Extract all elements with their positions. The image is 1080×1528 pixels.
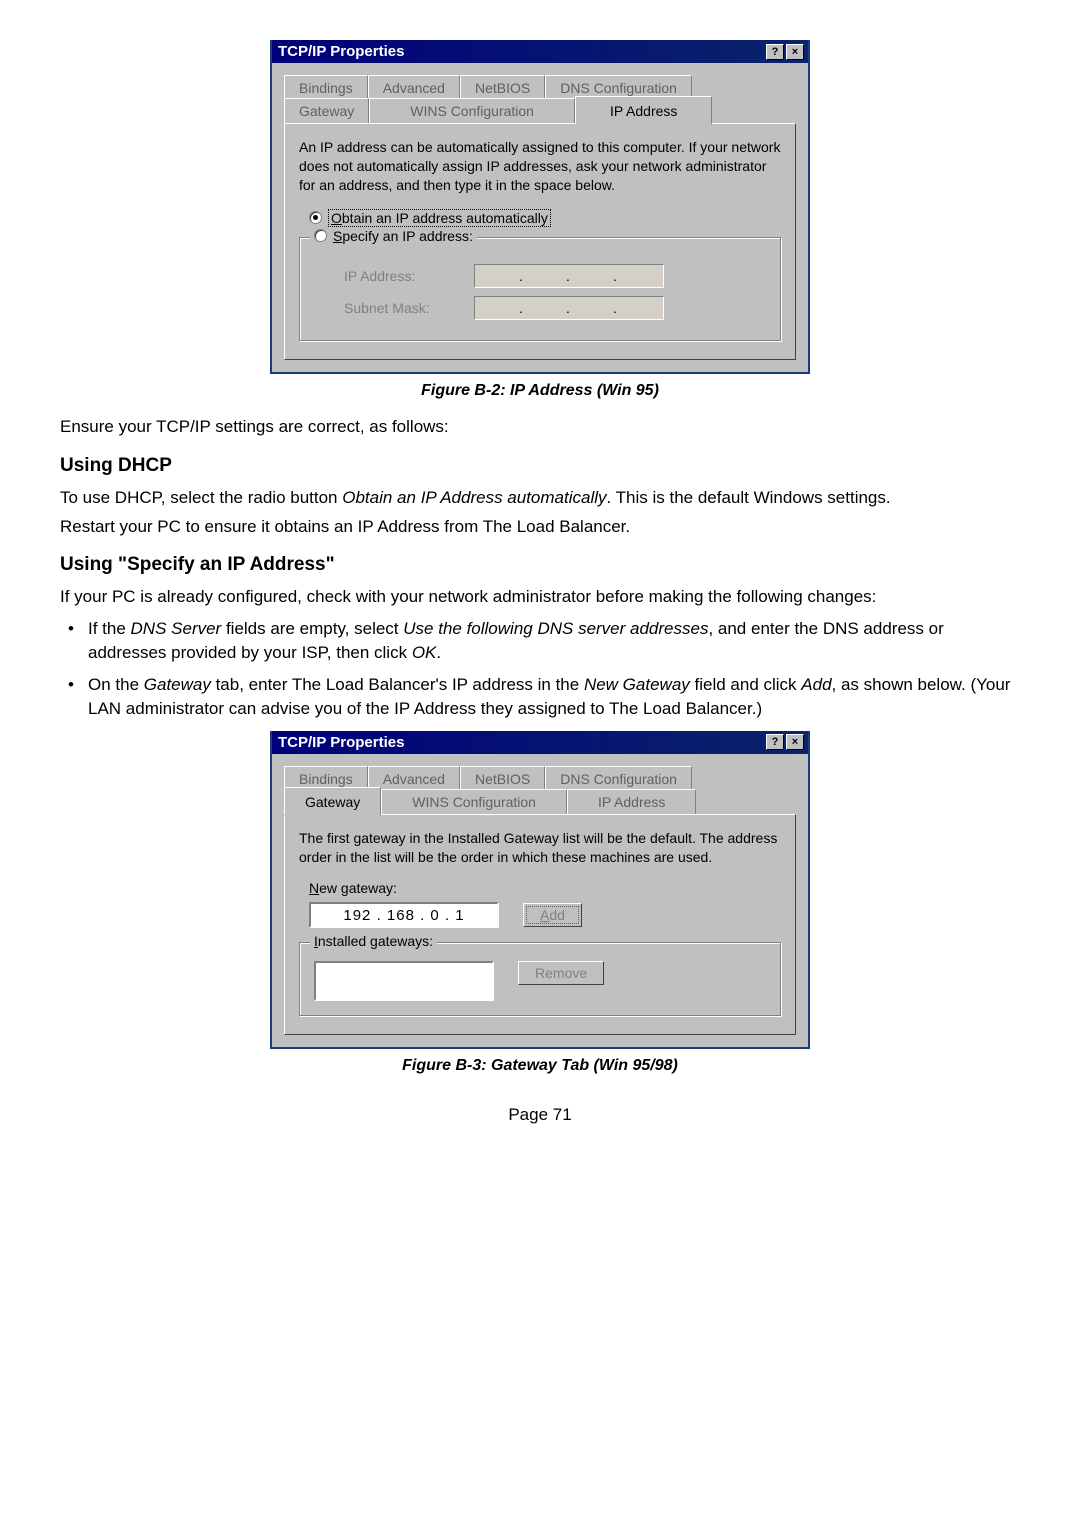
radio-obtain-row[interactable]: Obtain an IP address automatically bbox=[309, 209, 771, 227]
heading-specify: Using "Specify an IP Address" bbox=[60, 554, 1020, 576]
ip-address-row: IP Address: bbox=[344, 264, 736, 288]
bullet-gateway: On the Gateway tab, enter The Load Balan… bbox=[88, 673, 1020, 721]
bullet-list: If the DNS Server fields are empty, sele… bbox=[60, 617, 1020, 720]
heading-dhcp: Using DHCP bbox=[60, 455, 1020, 477]
tcpip-dialog-1: TCP/IP Properties ? × Bindings Advanced … bbox=[270, 40, 810, 374]
titlebar-buttons-1: ? × bbox=[766, 44, 804, 60]
bullet-dns: If the DNS Server fields are empty, sele… bbox=[88, 617, 1020, 665]
para-restart: Restart your PC to ensure it obtains an … bbox=[60, 516, 1020, 539]
dialog-body-1: Bindings Advanced NetBIOS DNS Configurat… bbox=[272, 63, 808, 372]
subnet-label: Subnet Mask: bbox=[344, 300, 454, 316]
tab-row-1-top: Bindings Advanced NetBIOS DNS Configurat… bbox=[284, 73, 796, 98]
help-icon[interactable]: ? bbox=[766, 44, 784, 60]
figure-caption-2: Figure B-3: Gateway Tab (Win 95/98) bbox=[60, 1057, 1020, 1075]
figure-caption-1: Figure B-2: IP Address (Win 95) bbox=[60, 382, 1020, 400]
add-button[interactable]: Add bbox=[523, 903, 582, 927]
page-number: Page 71 bbox=[60, 1105, 1020, 1125]
gw-desc: The first gateway in the Installed Gatew… bbox=[299, 829, 781, 867]
para-ensure: Ensure your TCP/IP settings are correct,… bbox=[60, 416, 1020, 439]
ip-address-input[interactable] bbox=[474, 264, 664, 288]
titlebar-text-2: TCP/IP Properties bbox=[278, 734, 404, 751]
remove-button[interactable]: Remove bbox=[518, 961, 604, 985]
close-icon[interactable]: × bbox=[786, 734, 804, 750]
installed-groupbox: Installed gateways: Remove bbox=[299, 942, 781, 1016]
installed-legend: Installed gateways: bbox=[310, 933, 437, 949]
installed-listbox[interactable] bbox=[314, 961, 494, 1001]
new-gateway-label: New gateway: bbox=[309, 880, 771, 896]
specify-legend[interactable]: Specify an IP address: bbox=[310, 228, 477, 244]
tab-panel-gateway: The first gateway in the Installed Gatew… bbox=[284, 814, 796, 1036]
specify-groupbox: Specify an IP address: IP Address: Subne… bbox=[299, 237, 781, 341]
titlebar-text-1: TCP/IP Properties bbox=[278, 43, 404, 60]
ip-address-label: IP Address: bbox=[344, 268, 454, 284]
close-icon[interactable]: × bbox=[786, 44, 804, 60]
tab-row-1-bottom: Gateway WINS Configuration IP Address bbox=[284, 96, 796, 125]
para-configured: If your PC is already configured, check … bbox=[60, 586, 1020, 609]
tcpip-dialog-2: TCP/IP Properties ? × Bindings Advanced … bbox=[270, 731, 810, 1050]
titlebar-1: TCP/IP Properties ? × bbox=[272, 40, 808, 63]
radio-obtain-label: Obtain an IP address automatically bbox=[328, 209, 551, 227]
radio-obtain[interactable] bbox=[309, 211, 322, 224]
radio-specify-label: Specify an IP address: bbox=[333, 228, 473, 244]
para-dhcp: To use DHCP, select the radio button Obt… bbox=[60, 487, 1020, 510]
subnet-input[interactable] bbox=[474, 296, 664, 320]
tab-row-2-bottom: Gateway WINS Configuration IP Address bbox=[284, 787, 796, 816]
tab-panel-ip: An IP address can be automatically assig… bbox=[284, 123, 796, 360]
ip-desc: An IP address can be automatically assig… bbox=[299, 138, 781, 195]
help-icon[interactable]: ? bbox=[766, 734, 784, 750]
radio-specify[interactable] bbox=[314, 229, 327, 242]
tab-gateway-2[interactable]: Gateway bbox=[284, 787, 381, 816]
dialog-body-2: Bindings Advanced NetBIOS DNS Configurat… bbox=[272, 754, 808, 1048]
subnet-row: Subnet Mask: bbox=[344, 296, 736, 320]
tab-ipaddress[interactable]: IP Address bbox=[575, 96, 712, 125]
titlebar-2: TCP/IP Properties ? × bbox=[272, 731, 808, 754]
new-gateway-input[interactable]: 192 . 168 . 0 . 1 bbox=[309, 902, 499, 928]
tab-row-2-top: Bindings Advanced NetBIOS DNS Configurat… bbox=[284, 764, 796, 789]
titlebar-buttons-2: ? × bbox=[766, 734, 804, 750]
